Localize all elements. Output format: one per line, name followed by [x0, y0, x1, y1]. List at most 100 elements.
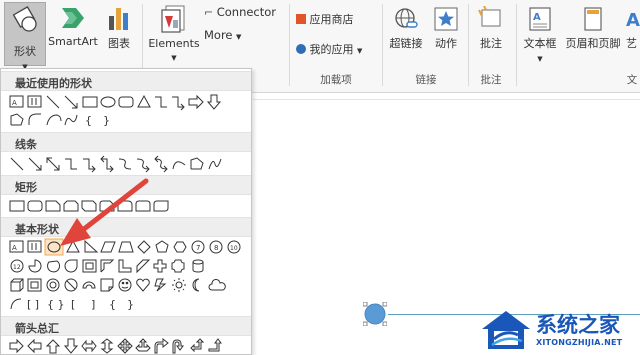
shape-line[interactable] — [46, 95, 60, 109]
shape-chord[interactable] — [47, 260, 61, 273]
shape-block-arc[interactable] — [82, 281, 96, 289]
shape-octagon[interactable]: 8 — [209, 240, 223, 254]
shape-left-right-arrow[interactable] — [81, 339, 97, 353]
shape-left-right-up-arrow[interactable] — [135, 338, 151, 352]
shape-moon[interactable] — [192, 278, 200, 292]
shape-curve[interactable] — [172, 161, 186, 170]
shape-bent-up-arrow[interactable] — [208, 338, 222, 352]
shape-right-brace-arc[interactable] — [28, 113, 41, 125]
shape-arrow-line[interactable] — [28, 157, 42, 171]
shape-snip-round-rect[interactable] — [99, 200, 115, 212]
shape-right-arrow[interactable] — [9, 338, 24, 354]
shape-freeform[interactable] — [190, 157, 204, 170]
shape-round-single-corner[interactable] — [117, 200, 133, 212]
shape-snip-corner-rect[interactable] — [45, 200, 61, 212]
connector-button[interactable]: ⌐ Connector — [204, 5, 286, 19]
shape-sun[interactable] — [172, 278, 186, 292]
shape-diagonal-stripe[interactable] — [136, 259, 151, 274]
shape-folded-corner[interactable] — [100, 278, 114, 292]
shape-cloud[interactable] — [208, 279, 226, 291]
shape-heptagon[interactable]: 7 — [191, 240, 205, 254]
my-apps-button[interactable]: 我的应用 ▼ — [296, 41, 378, 57]
shape-heart[interactable] — [136, 278, 150, 292]
shape-pentagon[interactable] — [155, 240, 169, 253]
shape-left-arrow[interactable] — [27, 338, 42, 354]
shape-plaque[interactable] — [171, 259, 185, 273]
shape-textbox[interactable]: A — [9, 95, 24, 108]
shape-right-brace[interactable]: } — [127, 298, 134, 311]
shape-arc[interactable] — [46, 114, 62, 126]
shape-left-bracket[interactable]: [ — [71, 298, 75, 311]
shape-decagon[interactable]: 10 — [227, 240, 241, 254]
shape-frame[interactable] — [82, 259, 97, 273]
shape-round-diagonal[interactable] — [153, 200, 169, 212]
shape-smiley-face[interactable] — [118, 278, 132, 292]
shapes-button[interactable]: 形状 ▼ — [4, 2, 46, 71]
shape-curved-arrow[interactable] — [136, 158, 150, 173]
shape-textbox[interactable]: A — [9, 240, 24, 253]
shape-cube[interactable] — [10, 278, 24, 292]
shape-plus[interactable] — [153, 259, 167, 273]
shape-trapezoid[interactable] — [118, 241, 134, 253]
smartart-button[interactable]: SmartArt — [48, 4, 98, 48]
shape-right-arrow[interactable] — [188, 94, 204, 110]
chart-button[interactable]: 图表 — [104, 4, 134, 51]
shape-elbow-arrow[interactable] — [172, 96, 185, 111]
shape-l-shape[interactable] — [118, 259, 132, 273]
shape-u-turn-arrow[interactable] — [172, 339, 184, 354]
shape-round-same-side[interactable] — [135, 200, 151, 212]
selected-circle-shape[interactable] — [363, 302, 387, 326]
shape-left-brace[interactable]: { — [109, 298, 116, 311]
shape-triangle[interactable] — [66, 239, 80, 253]
shape-rounded-rect[interactable] — [118, 96, 134, 108]
shape-right-brace[interactable]: } — [103, 114, 110, 127]
shape-curved-connector[interactable] — [118, 158, 132, 170]
shape-elbow-double-arrow[interactable] — [100, 155, 114, 173]
shape-pie[interactable] — [28, 259, 42, 273]
shape-elbow-connector[interactable] — [155, 96, 167, 108]
shape-rectangle[interactable] — [9, 200, 25, 212]
app-store-button[interactable]: 应用商店 — [296, 11, 376, 27]
comment-button[interactable]: 批注 — [474, 5, 508, 51]
shape-teardrop[interactable] — [64, 259, 78, 273]
shape-right-triangle[interactable] — [84, 239, 99, 253]
shape-elbow-arrow[interactable] — [83, 158, 96, 173]
shape-triangle[interactable] — [137, 94, 151, 108]
shape-oval-highlighted[interactable] — [44, 238, 64, 256]
shape-elbow-connector[interactable] — [65, 158, 77, 170]
hyperlink-button[interactable]: 超链接 — [386, 6, 426, 51]
textbox-button[interactable]: A 文本框 ▼ — [520, 6, 560, 64]
shape-hexagon[interactable] — [173, 241, 187, 253]
shape-scribble[interactable] — [208, 158, 222, 170]
shape-rounded-rect[interactable] — [27, 200, 43, 212]
shape-diamond[interactable] — [137, 240, 151, 254]
shape-can[interactable] — [192, 259, 204, 273]
shape-curved-double-arrow[interactable] — [154, 155, 168, 173]
shape-up-down-arrow[interactable] — [100, 338, 114, 354]
shape-dodecagon[interactable]: 12 — [10, 259, 24, 273]
shape-down-arrow[interactable] — [206, 94, 222, 110]
shape-oval[interactable] — [100, 96, 116, 108]
shape-line[interactable] — [10, 157, 24, 171]
shape-double-bracket[interactable]: [ ] — [27, 298, 39, 311]
shape-quad-arrow[interactable] — [117, 338, 133, 354]
shape-rectangle[interactable] — [82, 96, 98, 108]
elements-button[interactable]: Elements ▼ — [146, 4, 202, 63]
shape-bent-arrow[interactable] — [154, 337, 169, 354]
shape-up-arrow[interactable] — [45, 339, 61, 354]
wordart-button[interactable]: A 艺 — [626, 6, 640, 51]
shape-left-up-arrow[interactable] — [190, 338, 205, 353]
shape-double-brace[interactable]: { } — [47, 298, 65, 311]
shape-double-arrow[interactable] — [46, 157, 60, 171]
shape-snip-same-side-rect[interactable] — [63, 200, 79, 212]
shape-vertical-textbox[interactable] — [27, 95, 42, 108]
shape-parallelogram[interactable] — [100, 241, 116, 253]
shape-right-bracket[interactable]: ] — [91, 298, 95, 311]
shape-no-symbol[interactable] — [64, 278, 78, 292]
shape-down-arrow[interactable] — [63, 338, 79, 354]
shape-freeform[interactable] — [10, 113, 24, 126]
shape-donut[interactable] — [46, 278, 60, 292]
shape-arrow-line[interactable] — [64, 95, 78, 109]
shape-bevel[interactable] — [27, 278, 42, 292]
more-button[interactable]: More ▼ — [204, 28, 264, 42]
